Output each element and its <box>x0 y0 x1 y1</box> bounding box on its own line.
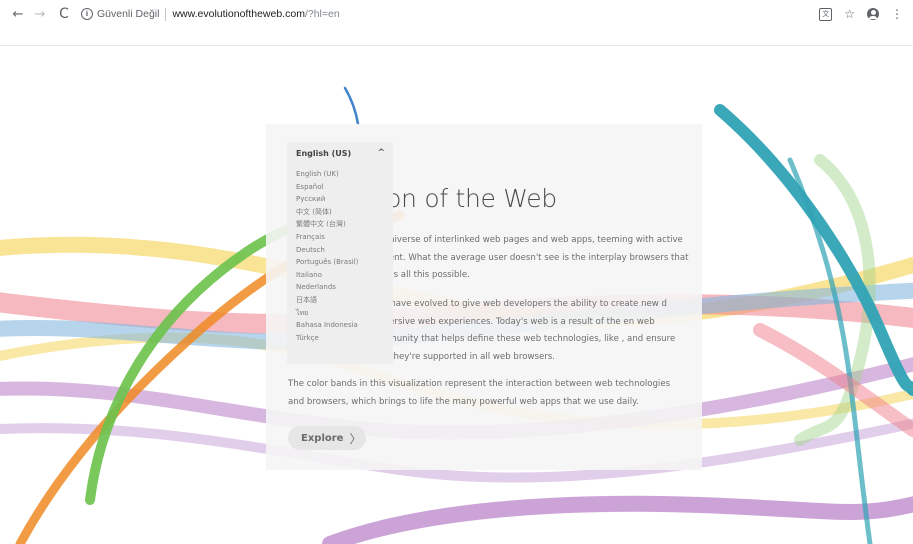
language-option[interactable]: 日本語 <box>296 294 393 307</box>
translate-icon[interactable]: 文 <box>819 7 833 21</box>
language-option[interactable]: Deutsch <box>296 244 393 257</box>
explore-button[interactable]: Explore 〉 <box>288 426 366 450</box>
info-icon[interactable]: i <box>81 8 93 20</box>
security-label[interactable]: Güvenli Değil <box>97 8 159 20</box>
language-option[interactable]: Português (Brasil) <box>296 256 393 269</box>
url-host[interactable]: www.evolutionoftheweb.com <box>172 8 305 20</box>
language-selected[interactable]: English (US) ^ <box>287 142 393 164</box>
language-option[interactable]: Español <box>296 181 393 194</box>
blue-thin-band <box>343 86 360 126</box>
bookmark-star-icon[interactable]: ☆ <box>844 7 855 21</box>
language-selected-label: English (US) <box>296 148 352 158</box>
browser-toolbar: ← → C i Güvenli Değil www.evolutionofthe… <box>0 0 913 28</box>
chevron-right-icon: 〉 <box>349 431 362 446</box>
forward-arrow-icon[interactable]: → <box>31 5 49 23</box>
intro-paragraph-3: The color bands in this visualization re… <box>288 379 671 407</box>
address-divider <box>165 7 167 21</box>
account-icon[interactable] <box>867 8 879 20</box>
language-option[interactable]: Italiano <box>296 269 393 282</box>
page-title: tion of the Web <box>370 184 557 213</box>
menu-dots-icon[interactable]: ⋮ <box>891 7 903 21</box>
language-option[interactable]: Nederlands <box>296 281 393 294</box>
language-option[interactable]: Русский <box>296 193 393 206</box>
language-option[interactable]: English (UK) <box>296 168 393 181</box>
back-arrow-icon[interactable]: ← <box>9 5 27 23</box>
language-dropdown[interactable]: English (US) ^ English (UK) Español Русс… <box>287 142 393 364</box>
language-option[interactable]: Türkçe <box>296 332 393 345</box>
language-option[interactable]: 中文 (简体) <box>296 206 393 219</box>
language-option[interactable]: ไทย <box>296 307 393 320</box>
explore-label: Explore <box>301 432 344 444</box>
intro-paragraph-2: gies have evolved to give web developers… <box>370 299 676 362</box>
purple-band-2 <box>322 495 913 544</box>
language-option[interactable]: Bahasa Indonesia <box>296 319 393 332</box>
intro-paragraph-1: ng universe of interlinked web pages and… <box>370 235 689 280</box>
language-options: English (UK) Español Русский 中文 (简体) 繁體中… <box>287 164 393 344</box>
toolbar-actions: 文 ☆ ⋮ <box>819 7 903 21</box>
address-bar[interactable]: i Güvenli Değil www.evolutionoftheweb.co… <box>81 4 819 24</box>
url-path[interactable]: /?hl=en <box>305 8 340 20</box>
language-option[interactable]: Français <box>296 231 393 244</box>
language-option[interactable]: 繁體中文 (台灣) <box>296 218 393 231</box>
teal-band <box>714 104 913 396</box>
reload-icon[interactable]: C <box>55 5 73 23</box>
chevron-up-icon[interactable]: ^ <box>377 148 385 158</box>
